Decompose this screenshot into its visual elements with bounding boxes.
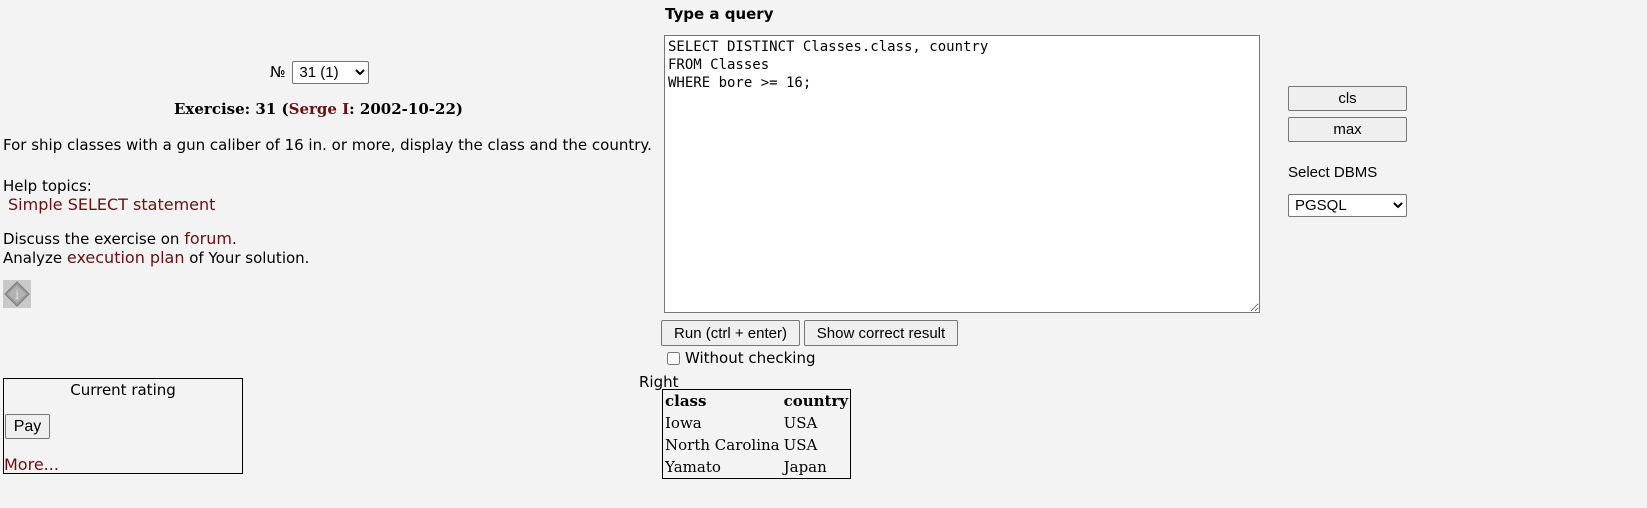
- without-checking-option: Without checking: [665, 349, 816, 367]
- table-row: North Carolina USA: [663, 434, 850, 456]
- run-button[interactable]: Run (ctrl + enter): [661, 320, 800, 346]
- exercise-description: For ship classes with a gun caliber of 1…: [3, 136, 652, 154]
- table-row: Iowa USA: [663, 412, 850, 434]
- execution-plan-link[interactable]: execution plan: [67, 248, 185, 267]
- more-link[interactable]: More...: [4, 455, 59, 474]
- select-dbms-label: Select DBMS: [1288, 164, 1378, 181]
- cell-country: Japan: [783, 458, 827, 476]
- without-checking-checkbox[interactable]: [667, 351, 680, 365]
- table-row: Yamato Japan: [663, 456, 850, 478]
- discuss-prefix: Discuss the exercise on: [3, 230, 185, 248]
- exercise-select[interactable]: 31 (1): [292, 61, 370, 84]
- result-header-row: class country: [663, 390, 850, 412]
- exercise-author: Serge I: [288, 100, 350, 118]
- analyze-suffix: of Your solution.: [184, 249, 310, 267]
- dbms-select[interactable]: PGSQL: [1288, 194, 1407, 217]
- info-diamond-icon[interactable]: i: [3, 280, 31, 308]
- without-checking-label: Without checking: [685, 349, 816, 367]
- analyze-line: Analyze execution plan of Your solution.: [3, 248, 309, 267]
- exercise-title: Exercise: 31 (Serge I: 2002-10-22): [174, 100, 463, 118]
- rating-box: Current rating Pay More...: [3, 378, 243, 474]
- cls-button[interactable]: cls: [1288, 86, 1407, 111]
- query-textarea[interactable]: SELECT DISTINCT Classes.class, country F…: [664, 35, 1260, 313]
- exercise-title-suffix: : 2002-10-22): [349, 100, 463, 118]
- exercise-number-selector: № 31 (1): [270, 61, 370, 84]
- pay-button[interactable]: Pay: [5, 414, 50, 439]
- cell-class: North Carolina: [665, 436, 780, 454]
- max-button[interactable]: max: [1288, 117, 1407, 142]
- exercise-title-prefix: Exercise: 31 (: [174, 100, 289, 118]
- rating-title: Current rating: [70, 381, 176, 399]
- show-correct-result-button[interactable]: Show correct result: [804, 320, 958, 346]
- forum-link[interactable]: forum: [184, 229, 232, 248]
- help-topics-label: Help topics:: [3, 177, 92, 195]
- help-topic-link[interactable]: Simple SELECT statement: [8, 195, 215, 214]
- number-sign-label: №: [270, 63, 286, 81]
- svg-text:i: i: [15, 288, 19, 302]
- discuss-suffix: .: [231, 230, 237, 248]
- column-header-country: country: [783, 392, 849, 410]
- analyze-prefix: Analyze: [3, 249, 67, 267]
- column-header-class: class: [665, 392, 707, 410]
- result-table: class country Iowa USA North Carolina US…: [662, 389, 852, 479]
- cell-country: USA: [783, 436, 818, 454]
- cell-class: Iowa: [665, 414, 702, 432]
- cell-class: Yamato: [665, 458, 721, 476]
- query-heading: Type a query: [665, 5, 774, 23]
- discuss-line: Discuss the exercise on forum.: [3, 229, 237, 248]
- cell-country: USA: [783, 414, 818, 432]
